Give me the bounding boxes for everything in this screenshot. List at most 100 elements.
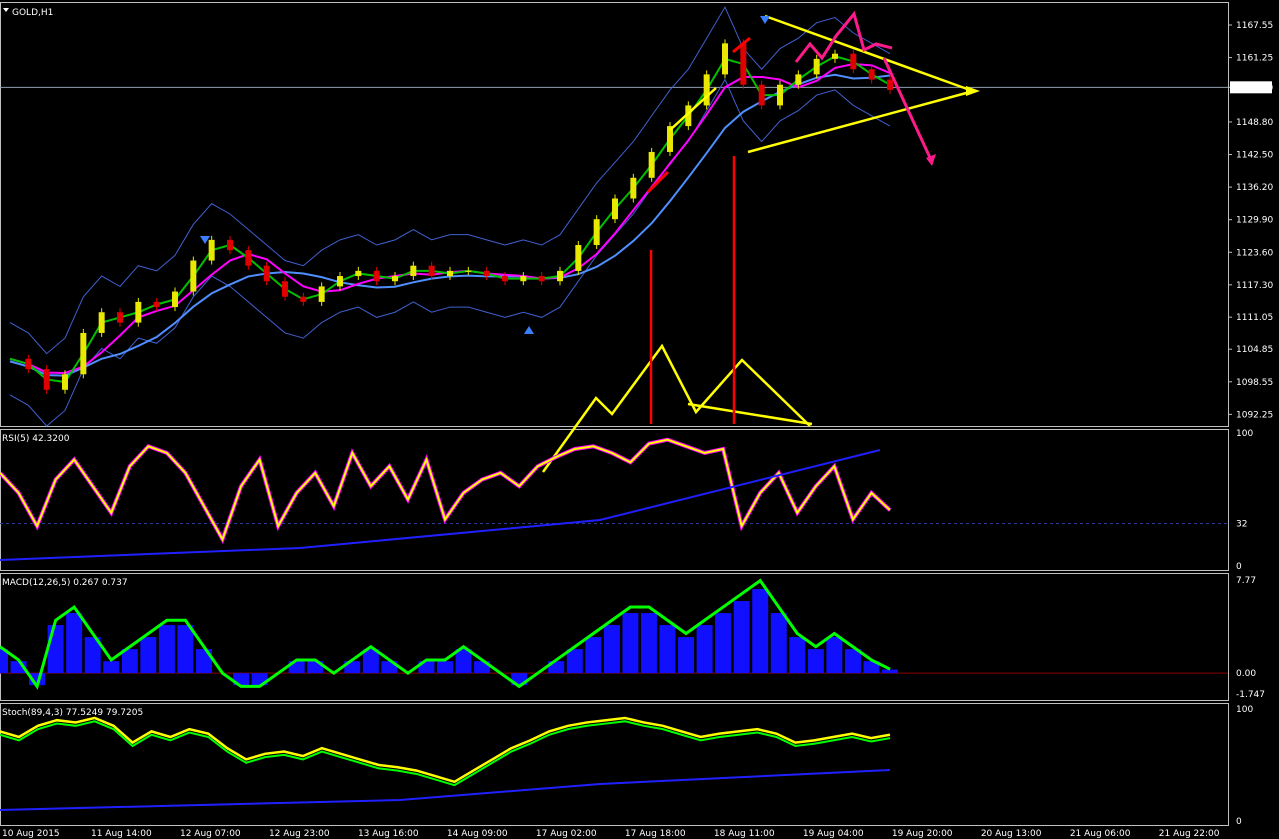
candle-body xyxy=(153,301,160,308)
candle-body xyxy=(80,332,87,375)
macd-hist-bar xyxy=(770,613,787,674)
time-axis-label: 10 Aug 2015 xyxy=(2,829,60,839)
candle-body xyxy=(263,265,270,282)
time-axis-label: 21 Aug 06:00 xyxy=(1070,829,1131,839)
stoch-title: Stoch(89,4,3) 77.5249 79.7205 xyxy=(2,708,143,718)
candle-body xyxy=(208,239,215,261)
macd-y-tick-label: -1.747 xyxy=(1236,690,1265,700)
candle-body xyxy=(648,151,655,178)
price-y-tick-label: 1136.20 xyxy=(1236,183,1273,193)
time-axis-label: 12 Aug 23:00 xyxy=(269,829,330,839)
macd-hist-bar xyxy=(696,625,713,674)
macd-hist-bar xyxy=(121,649,138,674)
macd-hist-bar xyxy=(678,637,695,674)
macd-hist-bar xyxy=(826,637,843,674)
macd-y-tick-label: 7.77 xyxy=(1236,576,1256,586)
chart-title: GOLD,H1 xyxy=(12,8,53,18)
price-y-tick-label: 1148.80 xyxy=(1236,118,1273,128)
candle-body xyxy=(777,84,783,106)
price-y-tick-label: 1098.55 xyxy=(1236,378,1273,388)
candle-body xyxy=(447,270,453,277)
candle-body xyxy=(593,219,600,246)
candle-body xyxy=(190,260,197,292)
macd-hist-bar xyxy=(659,625,676,674)
candle-body xyxy=(740,43,747,85)
candle-body xyxy=(557,270,563,282)
candle-body xyxy=(538,276,545,282)
current-price-value: 1155.50 xyxy=(1233,83,1270,93)
chart-svg[interactable]: 1167.55 1161.25 1155.50 1148.80 1142.50 1136.… xyxy=(0,0,1279,839)
macd-hist-bar xyxy=(566,649,583,674)
price-y-tick-label: 1104.85 xyxy=(1236,345,1273,355)
macd-hist-bar xyxy=(844,649,861,674)
price-y-tick-label: 1111.05 xyxy=(1236,313,1273,323)
candle-body xyxy=(355,270,362,277)
macd-hist-bar xyxy=(177,625,194,674)
macd-hist-bar xyxy=(789,637,806,674)
time-axis-label: 11 Aug 14:00 xyxy=(91,829,152,839)
macd-hist-bar xyxy=(603,625,620,674)
candle-body xyxy=(758,84,765,106)
macd-hist-bar xyxy=(103,661,120,674)
candle-body xyxy=(98,312,105,333)
candle-body xyxy=(813,58,820,75)
candle-body xyxy=(410,265,417,277)
time-axis-label: 17 Aug 18:00 xyxy=(625,829,686,839)
macd-hist-bar xyxy=(140,637,157,674)
macd-hist-bar xyxy=(733,601,750,674)
candle-body xyxy=(795,74,802,85)
candle-body xyxy=(135,301,142,323)
candle-body xyxy=(502,276,508,282)
candle-body xyxy=(575,245,582,271)
candle-body xyxy=(520,276,527,282)
macd-hist-bar xyxy=(66,613,83,674)
price-y-tick-label: 1117.30 xyxy=(1236,281,1273,291)
candle-body xyxy=(392,276,398,282)
macd-hist-bar xyxy=(622,613,639,674)
candle-body xyxy=(703,74,710,106)
price-y-tick-label: 1123.60 xyxy=(1236,248,1273,258)
candle-body xyxy=(282,281,288,297)
candle-body xyxy=(832,53,838,59)
candle-body xyxy=(483,270,490,277)
candle-body xyxy=(43,369,50,390)
candle-body xyxy=(245,250,252,266)
chart-background xyxy=(0,0,1279,839)
macd-hist-bar xyxy=(715,613,732,674)
candle-body xyxy=(722,43,728,75)
price-y-tick-label: 1129.90 xyxy=(1236,216,1273,226)
macd-hist-bar xyxy=(158,625,175,674)
price-y-tick-label: 1142.50 xyxy=(1236,151,1273,161)
candle-body xyxy=(465,270,472,272)
candle-body xyxy=(373,270,380,282)
macd-hist-bar xyxy=(640,613,657,674)
time-axis-label: 19 Aug 20:00 xyxy=(892,829,953,839)
candle-body xyxy=(887,79,893,90)
time-axis-label: 12 Aug 07:00 xyxy=(180,829,241,839)
candle-body xyxy=(428,265,435,277)
rsi-y-tick-label: 0 xyxy=(1236,562,1242,572)
macd-hist-bar xyxy=(807,649,824,674)
candle-body xyxy=(612,198,618,220)
macd-y-tick-label: 0.00 xyxy=(1236,669,1256,679)
macd-hist-bar xyxy=(585,637,602,674)
price-y-tick-label: 1161.25 xyxy=(1236,54,1273,64)
candle-body xyxy=(172,291,178,308)
macd-hist-bar xyxy=(437,661,453,674)
time-axis-label: 20 Aug 13:00 xyxy=(981,829,1042,839)
candle-body xyxy=(868,69,875,80)
macd-hist-bar xyxy=(752,589,769,674)
macd-title: MACD(12,26,5) 0.267 0.737 xyxy=(2,578,128,588)
stoch-y-tick-label: 100 xyxy=(1236,705,1253,715)
candle-body xyxy=(62,374,68,390)
candle-body xyxy=(117,312,123,323)
candle-body xyxy=(227,239,233,251)
time-axis-label: 17 Aug 02:00 xyxy=(536,829,597,839)
candle-body xyxy=(300,296,307,302)
candle-body xyxy=(318,286,325,302)
macd-hist-bar xyxy=(455,649,472,674)
time-axis-label: 13 Aug 16:00 xyxy=(358,829,419,839)
price-y-tick-label: 1167.55 xyxy=(1236,21,1273,31)
price-y-tick-label: 1092.25 xyxy=(1236,410,1273,420)
time-axis-label: 14 Aug 09:00 xyxy=(447,829,508,839)
